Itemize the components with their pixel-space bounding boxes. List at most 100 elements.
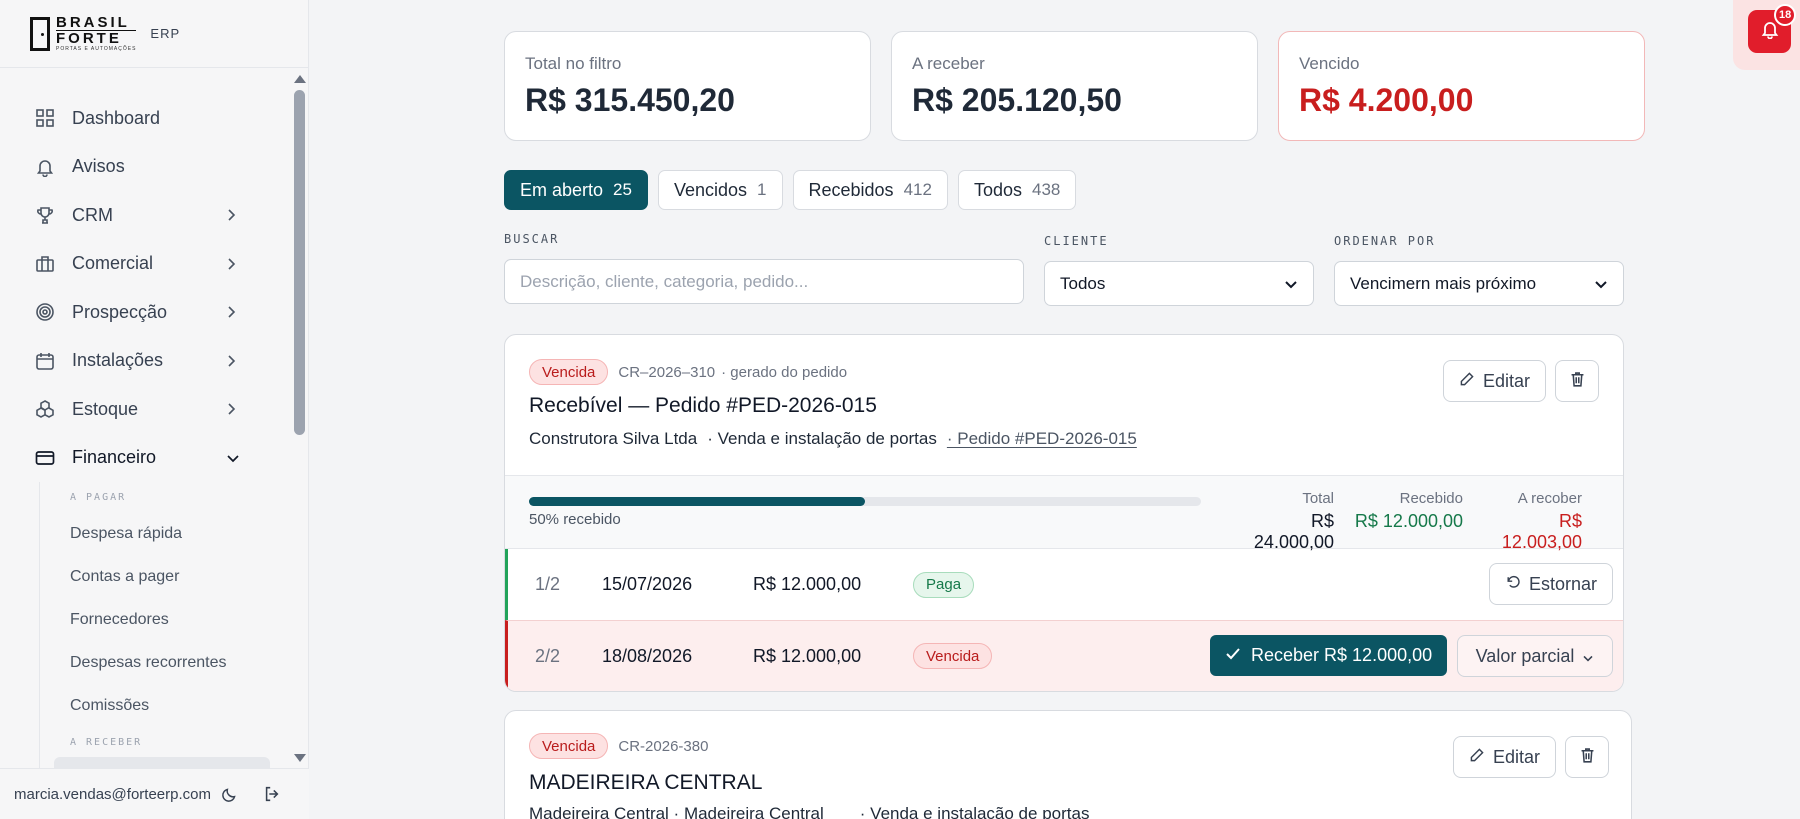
sidebar-item-label: Instalações	[72, 350, 164, 371]
sidebar-item-label: Estoque	[72, 398, 139, 419]
progress-label: 50% recebido	[529, 511, 621, 528]
category: · Venda e instalação de portas	[859, 804, 1090, 819]
card-header-row: Vencida CR–2026–310 · gerado do pedido	[529, 359, 847, 385]
cliente-selected-value: Todos	[1060, 273, 1106, 293]
status-badge: Vencida	[529, 359, 609, 385]
installment-number: 2/2	[535, 645, 561, 666]
brand[interactable]: BRASIL FORTE PORTAS E AUTOMAÇÕES ERP	[0, 0, 308, 68]
submenu-header-a-pagar: A PAGAR	[70, 492, 127, 503]
edit-button[interactable]: Editar	[1443, 360, 1546, 402]
tab-count: 1	[757, 180, 767, 199]
chevron-down-icon	[1284, 274, 1298, 294]
kpi-value: R$ 205.120,50	[912, 82, 1122, 118]
submenu-header-a-receber: A RECEBER	[70, 737, 143, 748]
submenu-item-contas-a-pagar[interactable]: Contas a pager	[40, 555, 290, 598]
total-label: Total	[1302, 490, 1334, 507]
calendar-icon	[34, 350, 56, 372]
scroll-up-arrow[interactable]	[294, 75, 306, 83]
kpi-total-no-filtro: Total no filtro R$ 315.450,20	[504, 31, 871, 141]
search-input[interactable]: Descrição, cliente, categoria, pedido...	[504, 259, 1024, 304]
submenu-item-comissoes[interactable]: Comissões	[40, 684, 290, 727]
kpi-value: R$ 315.450,20	[525, 82, 735, 118]
kpi-row: Total no filtro R$ 315.450,20 A receber …	[504, 31, 1645, 141]
edit-label: Editar	[1492, 746, 1541, 767]
order-link[interactable]: · Pedido #PED-2026-015	[947, 429, 1137, 449]
sidebar-item-estoque[interactable]: Estoque	[0, 385, 290, 434]
receivable-card: Vencida CR–2026–310 · gerado do pedido R…	[504, 334, 1624, 692]
logout-icon[interactable]	[263, 785, 281, 803]
sidebar-item-dashboard[interactable]: Dashboard	[0, 94, 290, 143]
total-summary: Total R$ 24.000,00	[1230, 490, 1334, 553]
receivable-origin: · gerado do pedido	[721, 363, 848, 381]
user-email: marcia.vendas@forteerp.com	[14, 785, 211, 803]
pencil-icon	[1459, 371, 1475, 392]
tab-label: Todos	[973, 179, 1022, 200]
submenu-item-fornecedores[interactable]: Fornecedores	[40, 598, 290, 641]
trash-icon	[1579, 746, 1596, 769]
client-name: Construtora Silva Ltda	[529, 429, 698, 448]
sidebar-item-avisos[interactable]: Avisos	[0, 143, 290, 192]
submenu-item-despesa-rapida[interactable]: Despesa rápida	[40, 512, 290, 555]
ordenar-label: ORDENAR POR	[1334, 234, 1436, 248]
bell-icon	[34, 156, 56, 178]
boxes-icon	[34, 398, 56, 420]
progress-summary: 50% recebido Total R$ 24.000,00 Recebido…	[505, 475, 1623, 552]
receive-button[interactable]: Receber R$ 12.000,00	[1210, 635, 1448, 676]
sidebar-item-instalacoes[interactable]: Instalações	[0, 337, 290, 386]
sidebar-item-crm[interactable]: CRM	[0, 191, 290, 240]
ordenar-selected-value: Vencimern mais próximo	[1350, 273, 1537, 293]
scroll-down-arrow[interactable]	[294, 754, 306, 762]
sidebar-item-comercial[interactable]: Comercial	[0, 240, 290, 289]
installment-number: 1/2	[535, 574, 561, 594]
main-content: Total no filtro R$ 315.450,20 A receber …	[310, 0, 1800, 819]
cliente-select[interactable]: Todos	[1044, 261, 1314, 306]
moon-icon[interactable]	[221, 785, 239, 803]
partial-value-dropdown[interactable]: Valor parcial	[1457, 635, 1613, 677]
sidebar-item-label: Financeiro	[72, 447, 157, 468]
estornar-button[interactable]: Estornar	[1489, 563, 1613, 605]
edit-button[interactable]: Editar	[1453, 736, 1556, 778]
tab-vencidos[interactable]: Vencidos 1	[657, 170, 783, 210]
sidebar-item-prospeccao[interactable]: Prospecção	[0, 288, 290, 337]
undo-icon	[1505, 574, 1521, 595]
installment-value: R$ 12.000,00	[753, 574, 862, 594]
submenu-item-despesas-recorrentes[interactable]: Despesas recorrentes	[40, 641, 290, 684]
tab-count: 25	[613, 180, 632, 199]
partial-value-label: Valor parcial	[1475, 645, 1575, 666]
sidebar-item-label: Comercial	[72, 253, 154, 274]
tab-em-aberto[interactable]: Em aberto 25	[504, 170, 648, 210]
sidebar-item-label: Prospecção	[72, 301, 168, 322]
received-label: Recebido	[1399, 490, 1463, 507]
tab-count: 412	[903, 180, 932, 199]
tab-count: 438	[1031, 180, 1061, 199]
status-badge: Vencida	[529, 733, 609, 759]
pencil-icon	[1469, 747, 1485, 768]
brand-line1: BRASIL	[56, 14, 130, 31]
tab-label: Vencidos	[673, 179, 748, 200]
kpi-label: A receber	[912, 54, 985, 73]
check-icon	[1225, 645, 1241, 666]
scroll-thumb[interactable]	[294, 90, 305, 435]
grid-icon	[34, 107, 56, 129]
brand-logo: BRASIL FORTE PORTAS E AUTOMAÇÕES	[30, 14, 137, 52]
estornar-label: Estornar	[1528, 573, 1598, 594]
sidebar-item-financeiro[interactable]: Financeiro	[0, 434, 290, 483]
sidebar: BRASIL FORTE PORTAS E AUTOMAÇÕES ERP Das…	[0, 0, 309, 819]
installment-value: R$ 12.000,00	[753, 645, 862, 666]
delete-button[interactable]	[1555, 360, 1599, 402]
delete-button[interactable]	[1565, 736, 1609, 778]
chevron-down-icon	[1582, 646, 1594, 667]
tab-recebidos[interactable]: Recebidos 412	[792, 170, 948, 210]
brand-line2: FORTE	[56, 30, 137, 46]
received-summary: Recebido R$ 12.000,00	[1353, 490, 1463, 532]
chevron-right-icon	[226, 305, 240, 319]
installment-status-badge: Vencida	[913, 643, 993, 669]
brand-tagline: PORTAS E AUTOMAÇÕES	[56, 46, 137, 52]
ordenar-select[interactable]: Vencimern mais próximo	[1334, 261, 1624, 306]
cliente-label: CLIENTE	[1044, 234, 1109, 248]
kpi-a-receber: A receber R$ 205.120,50	[891, 31, 1258, 141]
submenu-item-active[interactable]	[54, 757, 270, 768]
tab-todos[interactable]: Todos 438	[957, 170, 1077, 210]
kpi-vencido: Vencido R$ 4.200,00	[1278, 31, 1645, 141]
sidebar-scrollbar[interactable]	[291, 68, 307, 768]
